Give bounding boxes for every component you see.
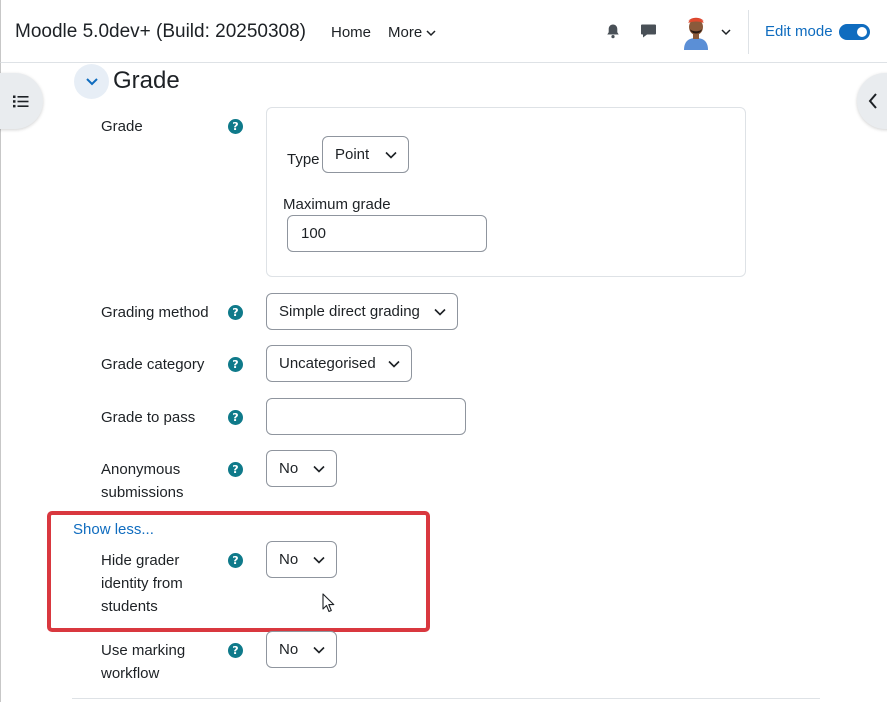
grading-method-select[interactable]: Simple direct grading xyxy=(266,293,458,330)
anonymous-submissions-select[interactable]: No xyxy=(266,450,337,487)
show-less-link[interactable]: Show less... xyxy=(73,521,154,538)
section-title: Grade xyxy=(113,67,180,94)
hide-grader-select[interactable]: No xyxy=(266,541,337,578)
nav-more-label: More xyxy=(388,24,423,41)
chevron-down-icon xyxy=(388,360,400,368)
chevron-down-icon xyxy=(313,646,325,654)
hide-grader-value: No xyxy=(279,551,299,568)
grading-method-label: Grading method xyxy=(101,304,209,321)
site-title[interactable]: Moodle 5.0dev+ (Build: 20250308) xyxy=(15,21,306,43)
chevron-down-icon xyxy=(313,465,325,473)
block-drawer-toggle[interactable] xyxy=(857,73,887,129)
chevron-down-icon xyxy=(434,308,446,316)
top-navbar: Moodle 5.0dev+ (Build: 20250308) Home Mo… xyxy=(0,0,887,63)
marking-workflow-select[interactable]: No xyxy=(266,631,337,668)
avatar[interactable] xyxy=(681,14,711,50)
chevron-down-icon xyxy=(85,77,98,85)
chat-icon[interactable] xyxy=(639,22,657,40)
marking-workflow-value: No xyxy=(279,641,299,658)
max-grade-label: Maximum grade xyxy=(283,196,391,213)
section-divider xyxy=(72,698,820,699)
grade-to-pass-input[interactable] xyxy=(266,398,466,435)
help-icon[interactable]: ? xyxy=(228,553,243,568)
max-grade-input[interactable]: 100 xyxy=(287,215,487,252)
grade-category-value: Uncategorised xyxy=(279,355,376,372)
help-icon[interactable]: ? xyxy=(228,119,243,134)
nav-divider xyxy=(748,10,749,54)
bell-icon[interactable] xyxy=(604,22,622,40)
grade-to-pass-label: Grade to pass xyxy=(101,409,196,426)
chevron-down-icon xyxy=(313,556,325,564)
chevron-down-icon xyxy=(385,151,397,159)
anonymous-submissions-label: Anonymous submissions xyxy=(101,461,184,501)
nav-home-link[interactable]: Home xyxy=(331,24,371,41)
grade-category-select[interactable]: Uncategorised xyxy=(266,345,412,382)
chevron-down-icon xyxy=(426,29,436,36)
section-collapse-toggle[interactable] xyxy=(74,64,109,99)
list-icon xyxy=(12,95,28,107)
chevron-left-icon xyxy=(868,93,877,109)
hide-grader-label: Hide grader identity from students xyxy=(101,552,183,615)
marking-workflow-label: Use marking workflow xyxy=(101,642,186,682)
edit-mode-label[interactable]: Edit mode xyxy=(765,23,833,40)
help-icon[interactable]: ? xyxy=(228,462,243,477)
course-index-toggle[interactable] xyxy=(0,73,43,129)
grading-method-value: Simple direct grading xyxy=(279,303,420,320)
edit-mode-toggle[interactable] xyxy=(839,24,870,40)
grade-category-label: Grade category xyxy=(101,356,205,373)
help-icon[interactable]: ? xyxy=(228,305,243,320)
grade-type-select[interactable]: Point xyxy=(322,136,409,173)
grade-type-label: Type xyxy=(287,151,320,168)
grade-type-value: Point xyxy=(335,146,370,163)
nav-more-menu[interactable]: More xyxy=(388,24,436,41)
mouse-cursor-icon xyxy=(322,593,335,613)
help-icon[interactable]: ? xyxy=(228,357,243,372)
help-icon[interactable]: ? xyxy=(228,410,243,425)
window-edge xyxy=(0,63,1,702)
help-icon[interactable]: ? xyxy=(228,643,243,658)
anonymous-submissions-value: No xyxy=(279,460,299,477)
grade-label: Grade xyxy=(101,118,143,135)
chevron-down-icon[interactable] xyxy=(719,25,733,39)
